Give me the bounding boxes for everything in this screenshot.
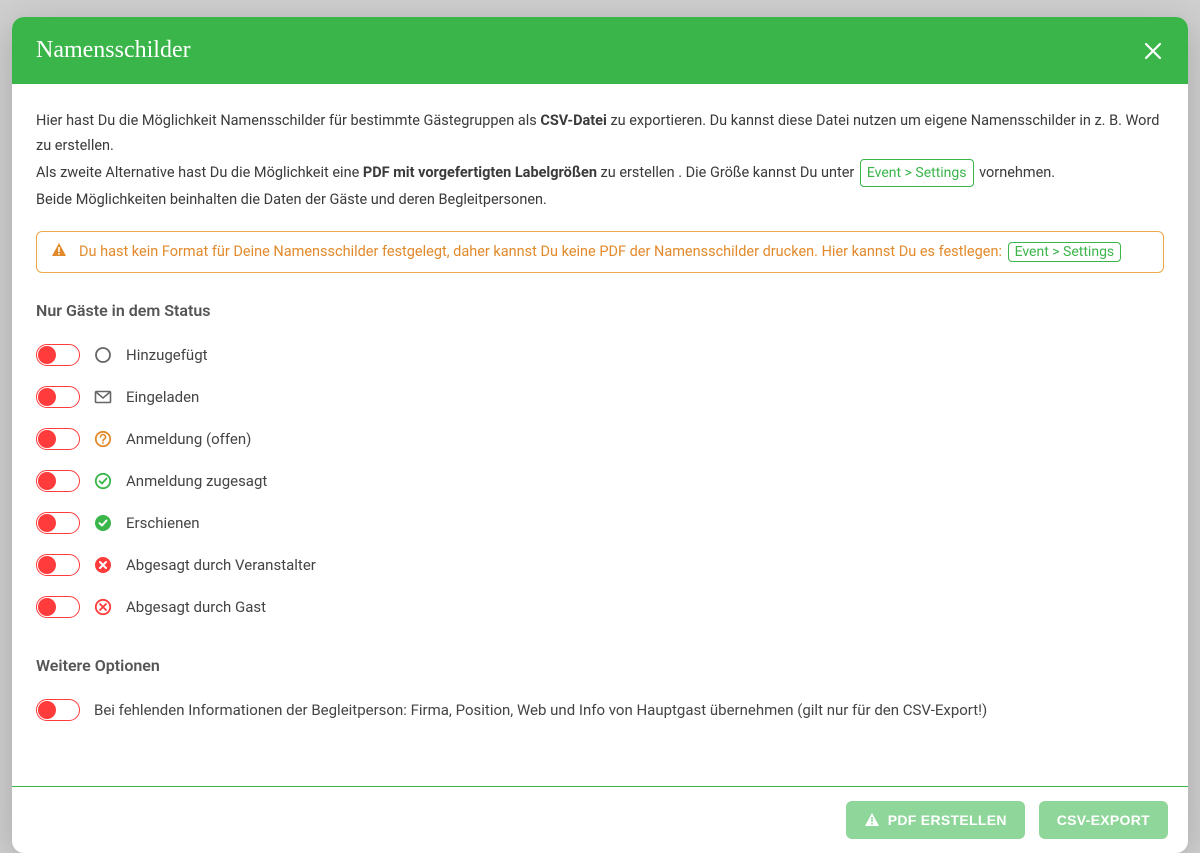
close-button[interactable] — [1142, 40, 1164, 62]
toggle-inherit-companion[interactable] — [36, 699, 80, 721]
pdf-button-label: PDF ERSTELLEN — [888, 812, 1007, 828]
status-label: Erschienen — [126, 514, 200, 532]
status-label: Abgesagt durch Veranstalter — [126, 556, 316, 574]
intro-p1a: Hier hast Du die Möglichkeit Namensschil… — [36, 112, 540, 129]
modal-title: Namensschilder — [36, 37, 191, 64]
x-circle-outline-icon — [94, 598, 112, 616]
section-options-title: Weitere Optionen — [36, 656, 1164, 675]
intro-p2d: vornehmen. — [976, 164, 1056, 181]
status-row: Abgesagt durch Veranstalter — [36, 544, 1164, 586]
modal-body: Hier hast Du die Möglichkeit Namensschil… — [12, 84, 1188, 786]
status-label: Abgesagt durch Gast — [126, 598, 266, 616]
status-row: Abgesagt durch Gast — [36, 586, 1164, 628]
status-label: Eingeladen — [126, 388, 199, 406]
option-inherit-label: Bei fehlenden Informationen der Begleitp… — [94, 701, 987, 719]
status-row: Hinzugefügt — [36, 334, 1164, 376]
csv-button-label: CSV-EXPORT — [1057, 812, 1150, 828]
status-row: Eingeladen — [36, 376, 1164, 418]
warning-icon — [864, 812, 880, 828]
status-row: Anmeldung (offen) — [36, 418, 1164, 460]
status-row: Erschienen — [36, 502, 1164, 544]
csv-export-button[interactable]: CSV-EXPORT — [1039, 801, 1168, 839]
toggle-status-1[interactable] — [36, 386, 80, 408]
close-icon — [1144, 42, 1162, 60]
intro-p2c: zu erstellen . Die Größe kannst Du unter — [597, 164, 858, 181]
pdf-create-button[interactable]: PDF ERSTELLEN — [846, 801, 1025, 839]
warning-icon — [51, 242, 67, 262]
modal-header: Namensschilder — [12, 17, 1188, 84]
status-label: Anmeldung zugesagt — [126, 472, 267, 490]
alert-text: Du hast kein Format für Deine Namensschi… — [79, 243, 1006, 260]
circle-icon — [94, 346, 112, 364]
check-circle-outline-icon — [94, 472, 112, 490]
toggle-status-2[interactable] — [36, 428, 80, 450]
toggle-status-6[interactable] — [36, 596, 80, 618]
toggle-status-3[interactable] — [36, 470, 80, 492]
alert-settings-link[interactable]: Event > Settings — [1008, 242, 1122, 262]
intro-p3: Beide Möglichkeiten beinhalten die Daten… — [36, 187, 1164, 212]
toggle-status-5[interactable] — [36, 554, 80, 576]
status-list: Hinzugefügt Eingeladen Anmeldung (offen) An… — [36, 334, 1164, 628]
intro-text: Hier hast Du die Möglichkeit Namensschil… — [36, 108, 1164, 213]
settings-link[interactable]: Event > Settings — [860, 159, 974, 188]
status-row: Anmeldung zugesagt — [36, 460, 1164, 502]
toggle-status-0[interactable] — [36, 344, 80, 366]
option-row-inherit: Bei fehlenden Informationen der Begleitp… — [36, 689, 1164, 731]
check-circle-filled-icon — [94, 514, 112, 532]
status-label: Anmeldung (offen) — [126, 430, 251, 448]
question-circle-icon — [94, 430, 112, 448]
intro-p2a: Als zweite Alternative hast Du die Mögli… — [36, 164, 363, 181]
intro-p1b: CSV-Datei — [540, 112, 607, 129]
alert-no-format: Du hast kein Format für Deine Namensschi… — [36, 231, 1164, 273]
envelope-icon — [94, 388, 112, 406]
modal-footer: PDF ERSTELLEN CSV-EXPORT — [12, 786, 1188, 853]
intro-p2b: PDF mit vorgefertigten Labelgrößen — [363, 164, 597, 181]
toggle-status-4[interactable] — [36, 512, 80, 534]
modal-namensschilder: Namensschilder Hier hast Du die Möglichk… — [12, 17, 1188, 853]
x-circle-filled-icon — [94, 556, 112, 574]
section-status-title: Nur Gäste in dem Status — [36, 301, 1164, 320]
status-label: Hinzugefügt — [126, 346, 208, 364]
